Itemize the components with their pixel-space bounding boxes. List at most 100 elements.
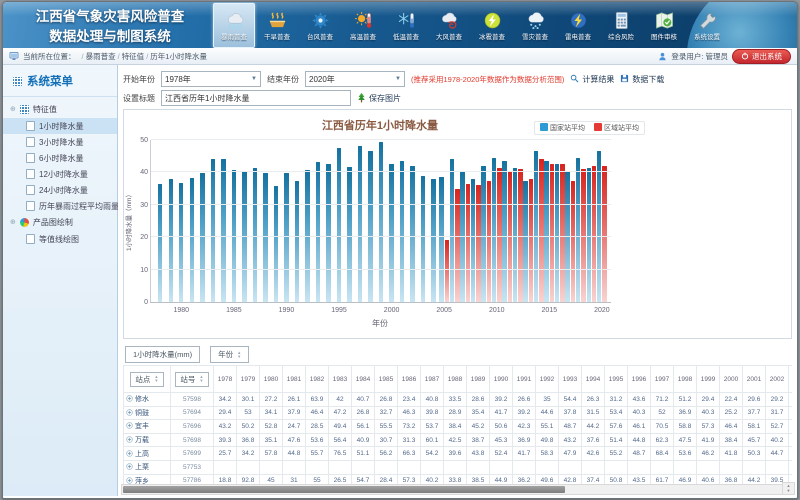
value-cell: 46.3 (398, 406, 421, 420)
national-bar-2013 (523, 181, 527, 303)
bar-group-1992 (302, 140, 313, 302)
nav-item-settings[interactable]: 系统设置 (686, 3, 728, 48)
station-id-cell: 57694 (171, 406, 214, 420)
nav-item-hot[interactable]: 高温普查 (342, 3, 384, 48)
year-column-header[interactable]: 1978 (214, 366, 237, 393)
value-cell: 34.2 (237, 447, 260, 461)
year-column-header[interactable]: 1992 (536, 366, 559, 393)
year-column-header[interactable]: 1997 (651, 366, 674, 393)
nav-item-snow[interactable]: 雪灾普查 (514, 3, 556, 48)
year-column-header[interactable]: 1980 (260, 366, 283, 393)
year-column-header[interactable]: 1998 (674, 366, 697, 393)
logout-button[interactable]: 退出系统 (732, 49, 791, 64)
tree-item[interactable]: 12小时降水量 (3, 166, 117, 182)
value-cell: 55.7 (306, 447, 329, 461)
value-cell: 31.7 (766, 406, 789, 420)
start-year-select[interactable]: 1978年▼ (161, 71, 261, 87)
save-image-button[interactable]: 保存图片 (357, 92, 401, 105)
bar-group-2000: 2000 (386, 140, 397, 302)
year-column-header[interactable]: 1988 (444, 366, 467, 393)
cold-icon (395, 11, 418, 30)
chart-title-input[interactable] (161, 90, 351, 106)
year-column-header[interactable]: 2003 (789, 366, 793, 393)
tree-item[interactable]: 1小时降水量 (3, 118, 117, 134)
year-column-header[interactable]: 1990 (490, 366, 513, 393)
year-column-header[interactable]: 1986 (398, 366, 421, 393)
year-column-header[interactable]: 1989 (467, 366, 490, 393)
nav-item-hail[interactable]: 冰雹普查 (471, 3, 513, 48)
year-column-header[interactable]: 2002 (766, 366, 789, 393)
year-column-header[interactable]: 1982 (306, 366, 329, 393)
year-column-header[interactable]: 1993 (559, 366, 582, 393)
value-cell: 37.7 (743, 406, 766, 420)
national-bar-1998 (368, 151, 372, 302)
expander-icon[interactable]: ⊕ (10, 106, 16, 113)
nav-item-lightning[interactable]: 雷电普查 (557, 3, 599, 48)
start-year-label: 开始年份 (123, 74, 155, 85)
year-column-header[interactable]: 1983 (329, 366, 352, 393)
nav-item-rain[interactable]: 暴雨普查 (213, 3, 255, 48)
compute-result-button[interactable]: 计算结果 (570, 74, 614, 85)
station-id-sort-pill[interactable]: 站号 (175, 372, 208, 387)
save-disk-icon (620, 74, 629, 85)
expand-row-icon[interactable] (126, 395, 133, 404)
station-name-cell: 上栗 (124, 460, 171, 474)
expand-row-icon[interactable] (126, 450, 133, 459)
national-bar-1983 (211, 159, 215, 302)
year-column-header[interactable]: 1994 (582, 366, 605, 393)
expand-row-icon[interactable] (126, 409, 133, 418)
station-sort-pill[interactable]: 站点 (130, 372, 163, 387)
value-cell (490, 460, 513, 474)
vertical-scroll-buttons[interactable]: ▲▼ (782, 482, 795, 495)
expand-row-icon[interactable] (126, 463, 133, 472)
year-column-header[interactable]: 1995 (605, 366, 628, 393)
year-column-header[interactable]: 1984 (352, 366, 375, 393)
tree-item[interactable]: 3小时降水量 (3, 134, 117, 150)
year-column-header[interactable]: 2000 (720, 366, 743, 393)
tree-item[interactable]: 24小时降水量 (3, 182, 117, 198)
scrollbar-thumb[interactable] (123, 486, 565, 493)
nav-item-typhoon[interactable]: 台风普查 (299, 3, 341, 48)
tree-group-pie[interactable]: ⊕产品图绘制 (3, 214, 117, 231)
year-column-header[interactable]: 1987 (421, 366, 444, 393)
sort-icon (154, 375, 158, 382)
value-cell: 42 (329, 393, 352, 407)
expand-row-icon[interactable] (126, 422, 133, 431)
year-column-header[interactable]: 1996 (628, 366, 651, 393)
value-cell: 29.2 (766, 393, 789, 407)
year-column-header[interactable]: 2001 (743, 366, 766, 393)
nav-item-risk[interactable]: 综合风险 (600, 3, 642, 48)
tree-item[interactable]: 6小时降水量 (3, 150, 117, 166)
tree-item[interactable]: 等值线绘图 (3, 231, 117, 247)
expand-row-icon[interactable] (126, 436, 133, 445)
breadcrumb-link[interactable]: 暴雨普查 (86, 52, 116, 61)
value-cell: 40.3 (697, 406, 720, 420)
nav-item-audit[interactable]: 图件审核 (643, 3, 685, 48)
breadcrumb-link[interactable]: 特征值 (122, 52, 145, 61)
value-cell: 52.4 (490, 447, 513, 461)
breadcrumb-link[interactable]: 历年1小时降水量 (150, 52, 207, 61)
end-year-select[interactable]: 2020年▼ (305, 71, 405, 87)
horizontal-scrollbar[interactable] (121, 484, 783, 495)
data-download-button[interactable]: 数据下载 (620, 74, 664, 85)
value-cell: 28.9 (444, 406, 467, 420)
year-column-header[interactable]: 1991 (513, 366, 536, 393)
year-column-header[interactable]: 1979 (237, 366, 260, 393)
value-cell: 70.5 (651, 420, 674, 434)
nav-item-drought[interactable]: 干旱普查 (256, 3, 298, 48)
tree-group-grid[interactable]: ⊕特征值 (3, 101, 117, 118)
nav-item-wind[interactable]: 大风普查 (428, 3, 470, 48)
year-column-header[interactable]: 1981 (283, 366, 306, 393)
bar-group-1985: 1985 (229, 140, 240, 302)
tree-item[interactable]: 历年暴雨过程平均雨量 (3, 198, 117, 214)
legend-item: 国家站平均 (540, 123, 585, 133)
breadcrumb-separator: / (146, 52, 148, 61)
nav-item-cold[interactable]: 低温普查 (385, 3, 427, 48)
bars-container: 198019851990199520002005201020152020 (151, 140, 611, 302)
national-bar-2004 (431, 179, 435, 302)
year-sort-pill[interactable]: 年份 (210, 346, 249, 363)
y-tick-label: 50 (131, 137, 148, 144)
year-column-header[interactable]: 1999 (697, 366, 720, 393)
year-column-header[interactable]: 1985 (375, 366, 398, 393)
expander-icon[interactable]: ⊕ (10, 219, 16, 226)
